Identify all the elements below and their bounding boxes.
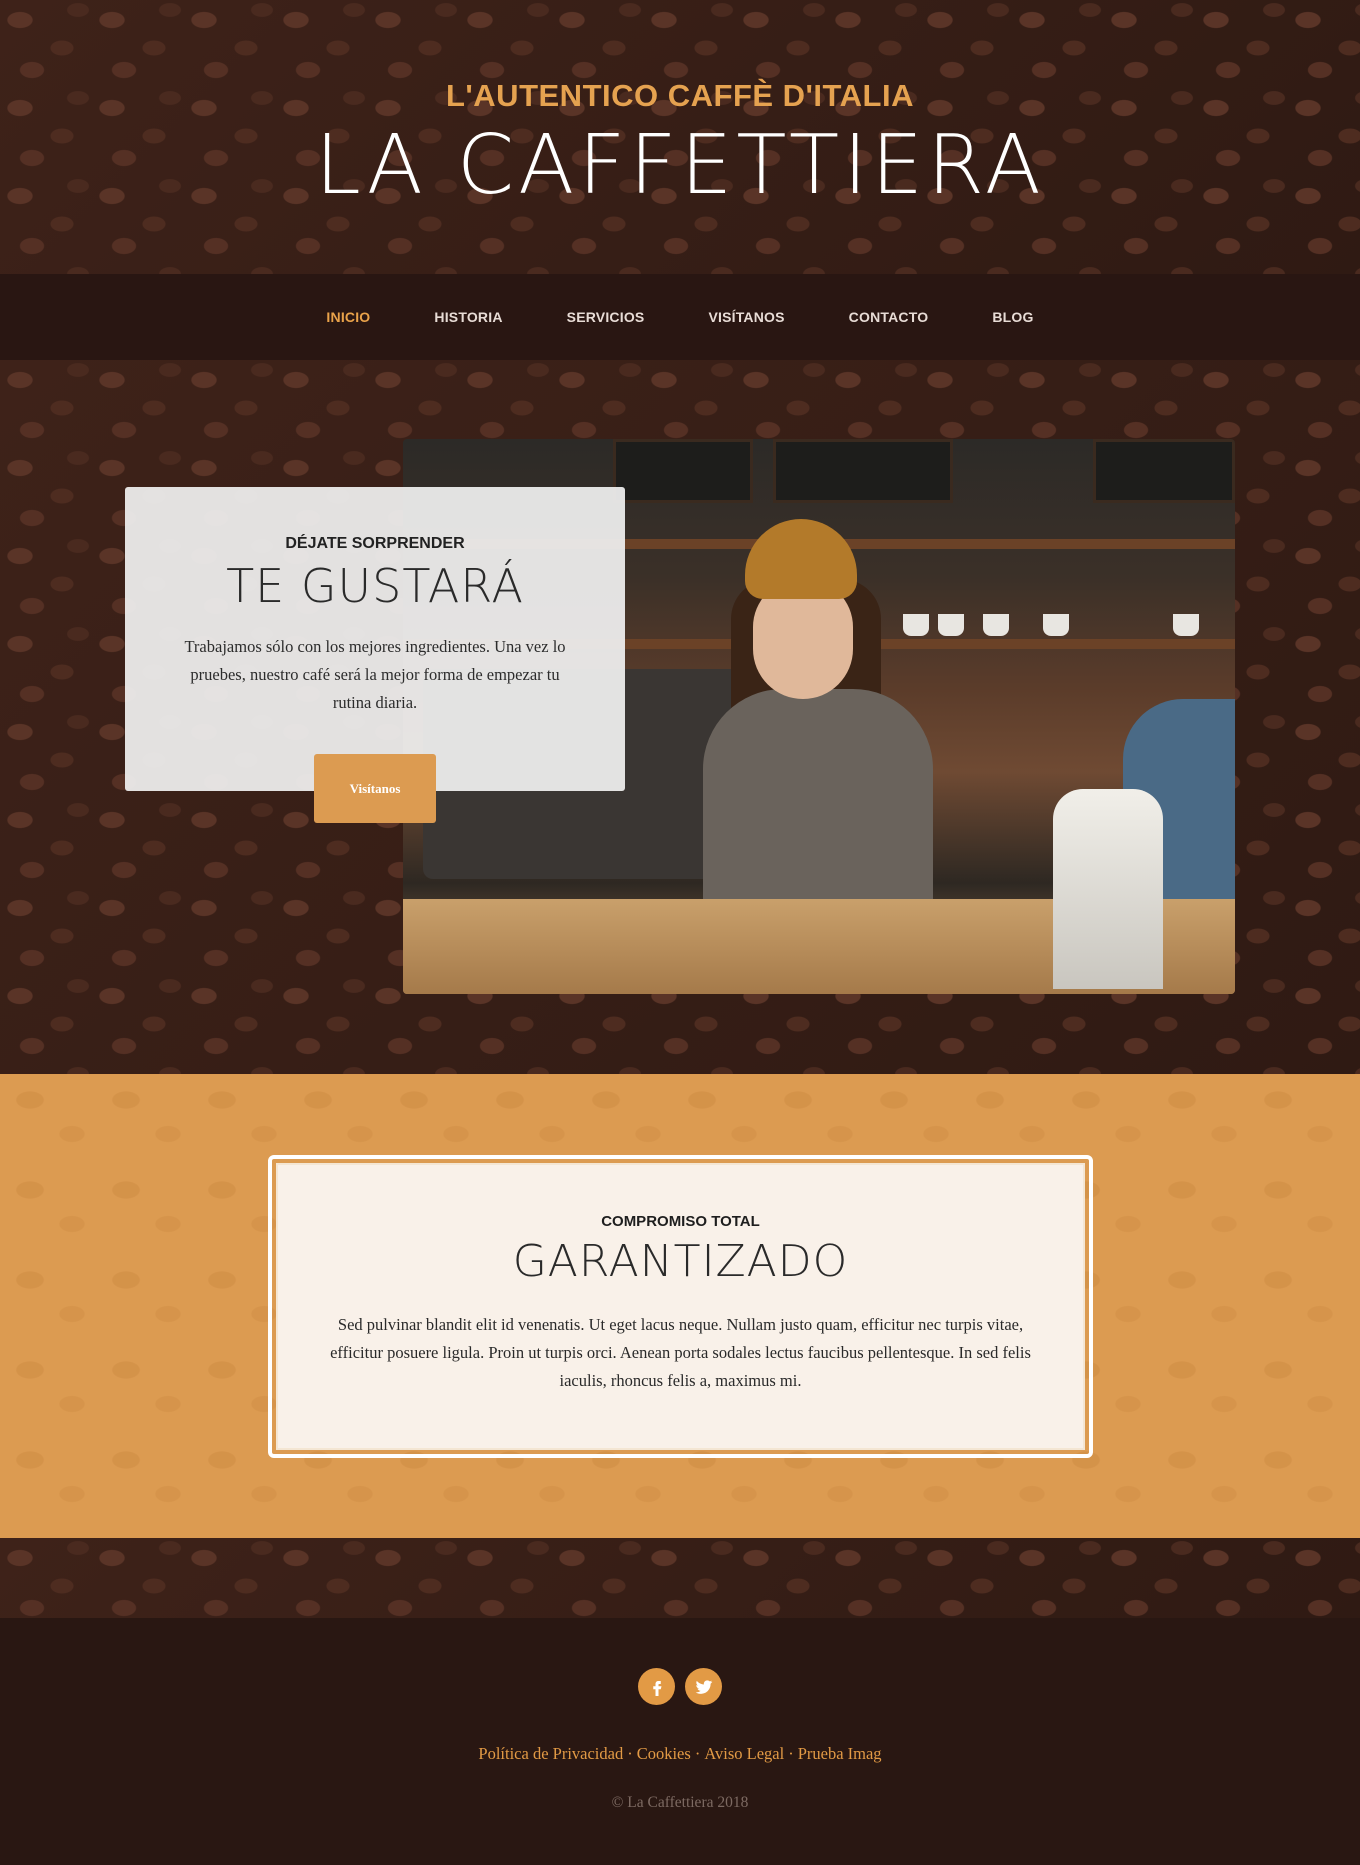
cup-stack bbox=[1053, 789, 1163, 989]
privacy-policy-link[interactable]: Política de Privacidad bbox=[478, 1744, 623, 1763]
site-title[interactable]: LA CAFFETTIERA bbox=[0, 118, 1360, 213]
cup bbox=[1173, 614, 1199, 636]
commitment-kicker: COMPROMISO TOTAL bbox=[601, 1213, 760, 1230]
menu-board bbox=[613, 439, 753, 503]
cup bbox=[903, 614, 929, 636]
link-separator: · bbox=[788, 1744, 794, 1763]
footer-links: Política de Privacidad · Cookies · Aviso Leg… bbox=[0, 1744, 1360, 1764]
commitment-card: COMPROMISO TOTAL GARANTIZADO Sed pulvina… bbox=[276, 1163, 1085, 1450]
facebook-icon bbox=[652, 1680, 661, 1696]
coffee-bean-strip bbox=[0, 1538, 1360, 1618]
site-tagline: L'AUTENTICO CAFFÈ D'ITALIA bbox=[445, 78, 914, 113]
commitment-frame: COMPROMISO TOTAL GARANTIZADO Sed pulvina… bbox=[268, 1155, 1093, 1458]
twitter-icon bbox=[695, 1679, 712, 1694]
social-links bbox=[0, 1668, 1360, 1705]
site-header: L'AUTENTICO CAFFÈ D'ITALIA LA CAFFETTIER… bbox=[0, 0, 1360, 274]
commitment-text: Sed pulvinar blandit elit id venenatis. … bbox=[330, 1315, 1031, 1390]
cookies-link[interactable]: Cookies bbox=[637, 1744, 691, 1763]
hero-text: Trabajamos sólo con los mejores ingredie… bbox=[184, 637, 566, 712]
cup bbox=[983, 614, 1009, 636]
barista-hat bbox=[745, 519, 857, 599]
main-nav: INICIO HISTORIA SERVICIOS VISÍTANOS CONT… bbox=[0, 274, 1360, 360]
nav-item-inicio[interactable]: INICIO bbox=[294, 309, 402, 325]
nav-item-visitanos[interactable]: VISÍTANOS bbox=[676, 309, 816, 325]
link-separator: · bbox=[694, 1744, 701, 1763]
legal-notice-link[interactable]: Aviso Legal bbox=[704, 1744, 784, 1763]
hero-kicker: DÉJATE SORPRENDER bbox=[285, 535, 465, 552]
nav-item-contacto[interactable]: CONTACTO bbox=[817, 309, 961, 325]
menu-board bbox=[1093, 439, 1235, 503]
link-separator: · bbox=[627, 1744, 633, 1763]
commitment-section: COMPROMISO TOTAL GARANTIZADO Sed pulvina… bbox=[0, 1074, 1360, 1538]
hero-section: DÉJATE SORPRENDER TE GUSTARÁ Trabajamos … bbox=[0, 360, 1360, 1074]
hero-heading: TE GUSTARÁ bbox=[226, 559, 524, 613]
prueba-imag-link[interactable]: Prueba Imag bbox=[798, 1744, 882, 1763]
nav-item-blog[interactable]: BLOG bbox=[960, 309, 1065, 325]
twitter-button[interactable] bbox=[685, 1668, 722, 1705]
cup bbox=[938, 614, 964, 636]
nav-item-servicios[interactable]: SERVICIOS bbox=[535, 309, 677, 325]
facebook-button[interactable] bbox=[638, 1668, 675, 1705]
copyright: © La Caffettiera 2018 bbox=[611, 1794, 749, 1811]
nav-item-historia[interactable]: HISTORIA bbox=[402, 309, 534, 325]
site-footer: Política de Privacidad · Cookies · Aviso Leg… bbox=[0, 1618, 1360, 1865]
visit-button[interactable]: Visítanos bbox=[314, 754, 436, 823]
hero-card: DÉJATE SORPRENDER TE GUSTARÁ Trabajamos … bbox=[125, 487, 625, 823]
cup bbox=[1043, 614, 1069, 636]
menu-board bbox=[773, 439, 953, 503]
barista-body bbox=[703, 689, 933, 909]
commitment-heading: GARANTIZADO bbox=[512, 1236, 849, 1287]
